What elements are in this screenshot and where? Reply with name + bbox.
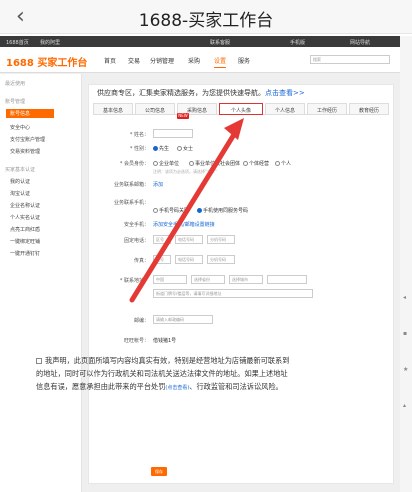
identity-option-enterprise[interactable]: 企业单位 [153,160,179,167]
email-label: 业务联系邮箱： [113,182,149,188]
security-mobile-link[interactable]: 添加安全手机/邮箱设置链接 [153,221,215,228]
phone-extension[interactable]: 分机号码 [207,235,235,244]
main-panel: 供应商专区，汇集卖家精选服务，为您提供快速导航。点击查看>> 基本信息 公司信息… [88,84,394,484]
supplier-banner: 供应商专区，汇集卖家精选服务，为您提供快速导航。点击查看>> [89,85,393,99]
topstrip-item[interactable]: 我的阿里 [40,39,60,46]
wangwang-value: 借钱猪1号 [153,338,177,344]
name-label: * 姓名： [129,132,149,138]
sidebar: 最近使用 账号管理 账号信息 安全中心 支付宝账户管理 交易资料管理 买家基本认… [0,74,82,492]
city-select[interactable]: 选择城市 [229,275,263,284]
tab-company-info[interactable]: 公司信息 [135,103,175,115]
topstrip-item[interactable]: 手机版 [290,39,305,46]
declaration-link[interactable]: (点击查看) [165,385,189,391]
share-icon[interactable]: ◂ [403,294,406,301]
sidebar-item-account-info[interactable]: 账号信息 [6,109,54,118]
sidebar-item-alipay[interactable]: 支付宝账户管理 [10,136,45,143]
banner-link[interactable]: 点击查看>> [265,89,305,97]
gender-option-female[interactable]: 女士 [177,145,193,152]
mobile-option-same[interactable]: 手机使用同服务号码 [197,207,248,214]
sidebar-item-redshield[interactable]: 点亮工商红盾 [10,226,40,233]
sidebar-item-dingtalk[interactable]: 一键开通钉钉 [10,250,40,257]
sidebar-item-taobao[interactable]: 淘宝认证 [10,190,30,197]
street-field[interactable]: 街道门牌号/楼层等，请填写详细地址 [153,289,313,298]
up-icon[interactable]: ▴ [403,402,406,409]
tab-basic-info[interactable]: 基本信息 [93,103,133,115]
sidebar-section-verify[interactable]: 买家基本认证 [5,166,35,173]
sidebar-section-recent[interactable]: 最近使用 [5,80,25,87]
sidebar-item-company-name[interactable]: 企业名称认证 [10,202,40,209]
fax-label: 传真： [133,258,149,264]
tab-bar: 基本信息 公司信息 采购信息 个人头像 个人信息 工作经历 教育经历 NEW [93,101,389,119]
nav-purchase[interactable]: 采购 [188,56,200,65]
right-toolbar: ◂ ▪ ★ ▴ [400,36,412,492]
mobile-label: 业务联系手机： [113,200,149,206]
nav-trade[interactable]: 交易 [128,56,140,65]
nav-settings[interactable]: 设置 [214,56,227,68]
star-icon[interactable]: ★ [403,366,408,373]
topstrip-item[interactable]: 联系客服 [210,39,230,46]
district-select[interactable] [267,275,307,284]
address-label: * 联系地址： [119,278,149,284]
tab-work-history[interactable]: 工作经历 [307,103,347,115]
phone-area-code[interactable]: 区号 [153,235,171,244]
tab-personal-info[interactable]: 个人信息 [265,103,305,115]
declaration: 我声明，此页面所填写内容均真实有效，特别是经营地址为店铺最新可联系到的地址，同时… [36,354,294,395]
declaration-checkbox[interactable] [36,358,42,364]
save-button[interactable]: 保存 [151,467,167,476]
sidebar-item-trade-data[interactable]: 交易资料管理 [10,148,40,155]
mobile-option-linked[interactable]: 手机号码关联 [153,207,189,214]
header-search-input[interactable]: 搜索 [310,55,390,64]
identity-label: * 会员身份： [119,161,149,167]
province-select[interactable]: 选择省份 [191,275,225,284]
nav-services[interactable]: 服务 [238,56,250,65]
nav-distribution[interactable]: 分销管理 [150,56,174,65]
identity-hint: 注明：该项为必选项，请选择"个人" [153,169,217,174]
security-mobile-label: 安全手机： [123,222,149,228]
fax-number[interactable]: 电话号码 [175,255,203,264]
zip-label: 邮编： [133,318,149,324]
fax-area-code[interactable]: 区号 [153,255,171,264]
logo[interactable]: 1688 买家工作台 [6,54,87,69]
sidebar-section-account[interactable]: 账号管理 [5,98,25,105]
nav-home[interactable]: 首页 [104,56,116,65]
sidebar-item-bind-shop[interactable]: 一键绑定旺铺 [10,238,40,245]
phone-number[interactable]: 电话号码 [175,235,203,244]
phone-label: 固定电话： [123,238,149,244]
banner-text: 供应商专区，汇集卖家精选服务，为您提供快速导航。 [97,89,265,97]
zip-field[interactable]: 请输入邮政编码 [153,315,213,324]
tab-education[interactable]: 教育经历 [349,103,389,115]
wangwang-label: 旺旺帐号： [123,338,149,344]
new-badge: NEW [177,113,189,119]
page-title: 1688-买家工作台 [138,11,274,31]
sidebar-item-realname[interactable]: 个人实名认证 [10,214,40,221]
identity-option-individual-business[interactable]: 个体经营 [243,160,269,167]
qrcode-icon[interactable]: ▪ [403,330,407,337]
identity-option-personal[interactable]: 个人 [275,160,291,167]
declaration-tail: 、行政监管和司法诉讼风险。 [189,382,283,391]
app-bar: ‹ 1688-买家工作台 [0,0,412,34]
topstrip-item[interactable]: 网站导航 [350,39,370,46]
top-strip: 1688首页 我的阿里 联系客服 手机版 网站导航 [0,36,400,47]
sidebar-item-my-verify[interactable]: 我的认证 [10,178,30,185]
tab-avatar[interactable]: 个人头像 [219,103,263,115]
screenshot-area: 1688首页 我的阿里 联系客服 手机版 网站导航 1688 买家工作台 首页 … [0,36,400,492]
name-field[interactable] [153,129,193,138]
country-select[interactable]: 中国 [153,275,187,284]
topstrip-item[interactable]: 1688首页 [6,39,29,46]
sidebar-item-security[interactable]: 安全中心 [10,124,30,131]
identity-option-institution[interactable]: 事业单位或社会团体 [189,160,240,167]
fax-extension[interactable]: 分机号码 [207,255,235,264]
gender-label: * 性别： [129,146,149,152]
site-header: 1688 买家工作台 首页 交易 分销管理 采购 设置 服务 搜索 [0,47,400,73]
gender-option-male[interactable]: 先生 [153,145,169,152]
email-add-link[interactable]: 添加 [153,181,163,188]
